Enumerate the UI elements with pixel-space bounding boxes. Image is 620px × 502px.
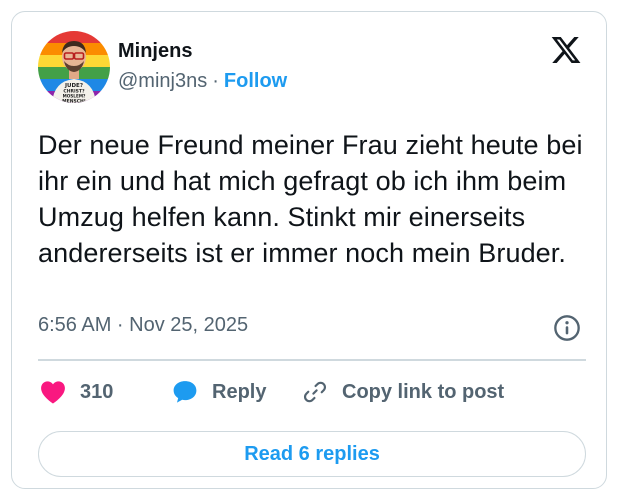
follow-link[interactable]: Follow bbox=[224, 70, 287, 92]
divider bbox=[38, 359, 586, 361]
tweet-text: Der neue Freund meiner Frau zieht heute … bbox=[38, 130, 583, 268]
x-logo-icon[interactable] bbox=[550, 34, 582, 66]
author-handle[interactable]: @minj3ns bbox=[118, 70, 207, 92]
avatar[interactable]: JUDE? CHRIST? MOSLEM? MENSCH! bbox=[38, 31, 110, 103]
copy-link-button[interactable]: Copy link to post bbox=[302, 372, 504, 412]
tweet-card: JUDE? CHRIST? MOSLEM? MENSCH! Minjens @m… bbox=[11, 11, 607, 489]
avatar-image: JUDE? CHRIST? MOSLEM? MENSCH! bbox=[38, 31, 110, 103]
speech-bubble-icon bbox=[173, 381, 197, 403]
tweet-timestamp[interactable]: 6:56 AM · Nov 25, 2025 bbox=[38, 314, 248, 337]
heart-icon bbox=[41, 381, 65, 404]
author-handle-row: @minj3ns · Follow bbox=[118, 70, 287, 93]
action-bar: 310 Reply Copy link to post bbox=[38, 372, 598, 412]
separator-dot: · bbox=[212, 70, 219, 92]
info-icon[interactable] bbox=[553, 314, 581, 342]
reply-button[interactable]: Reply bbox=[172, 372, 266, 412]
reply-label: Reply bbox=[212, 380, 267, 403]
copy-link-label: Copy link to post bbox=[342, 380, 505, 403]
author-display-name[interactable]: Minjens bbox=[118, 40, 192, 63]
svg-text:MENSCH!: MENSCH! bbox=[62, 99, 86, 104]
like-button[interactable]: 310 bbox=[40, 372, 113, 412]
svg-text:JUDE?: JUDE? bbox=[64, 83, 83, 89]
read-replies-button[interactable]: Read 6 replies bbox=[38, 431, 586, 477]
like-count: 310 bbox=[80, 380, 114, 403]
link-icon bbox=[303, 381, 327, 403]
svg-text:MOSLEM?: MOSLEM? bbox=[63, 94, 86, 99]
